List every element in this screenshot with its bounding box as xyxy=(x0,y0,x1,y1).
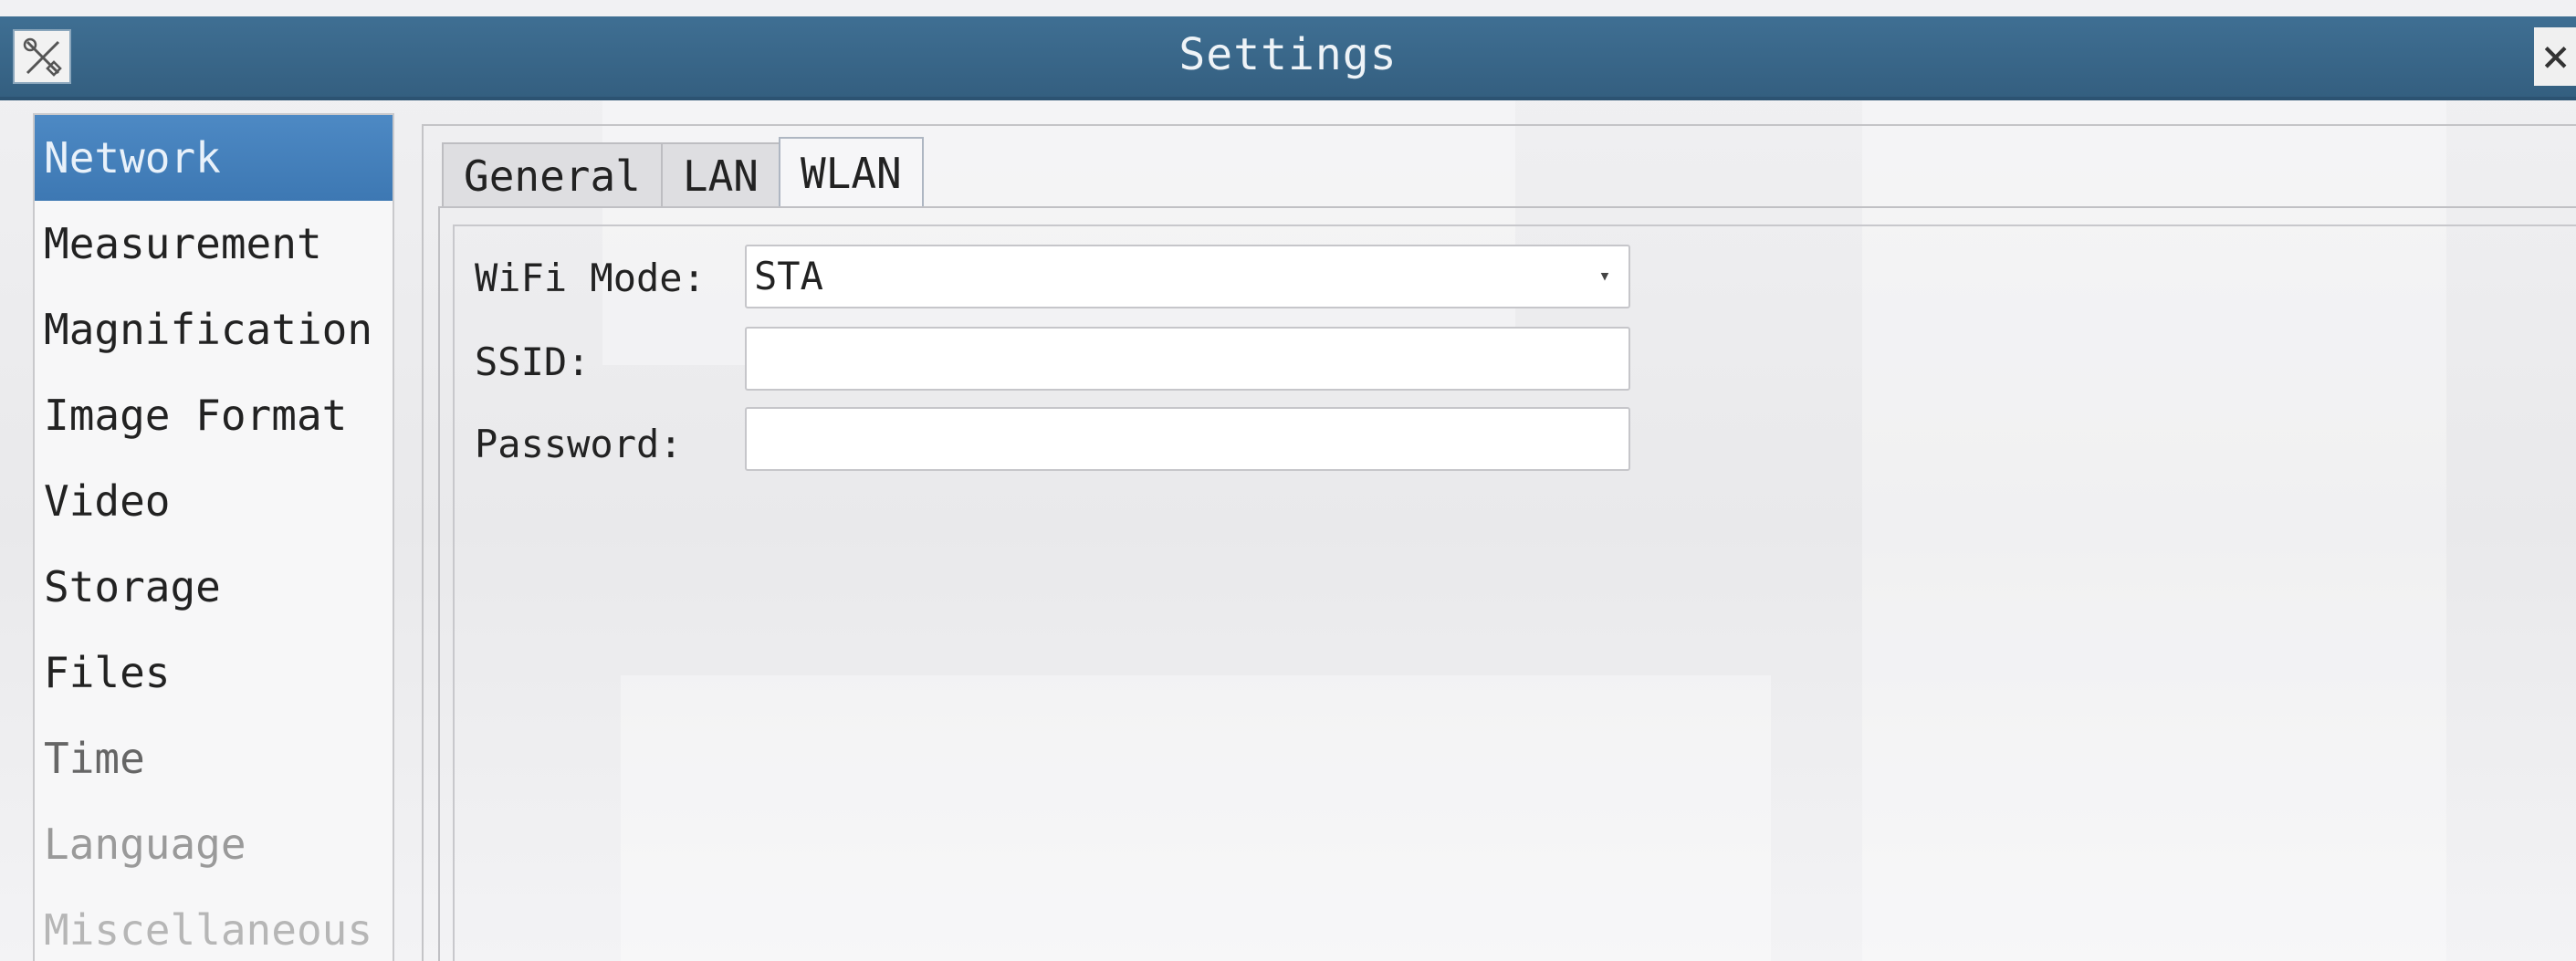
category-item-measurement[interactable]: Measurement xyxy=(35,201,393,287)
network-tabs: General LAN WLAN xyxy=(442,137,924,208)
wifi-mode-label: WiFi Mode: xyxy=(475,256,706,300)
wifi-mode-select[interactable]: STA ▾ xyxy=(745,245,1630,308)
category-item-miscellaneous[interactable]: Miscellaneous xyxy=(35,887,393,961)
window-title: Settings xyxy=(1178,29,1398,80)
tab-lan[interactable]: LAN xyxy=(660,142,780,206)
category-item-network[interactable]: Network xyxy=(35,115,393,201)
ssid-label: SSID: xyxy=(475,339,591,384)
ssid-field[interactable] xyxy=(745,327,1630,391)
category-item-storage[interactable]: Storage xyxy=(35,544,393,630)
tab-general[interactable]: General xyxy=(442,142,663,206)
password-label: Password: xyxy=(475,422,683,466)
chevron-down-icon[interactable]: ▾ xyxy=(1594,246,1616,307)
settings-category-list: Network Measurement Magnification Image … xyxy=(33,113,394,961)
category-item-image-format[interactable]: Image Format xyxy=(35,372,393,458)
category-item-time[interactable]: Time xyxy=(35,716,393,801)
category-item-files[interactable]: Files xyxy=(35,630,393,716)
tab-wlan[interactable]: WLAN xyxy=(778,137,924,206)
password-field[interactable] xyxy=(745,407,1630,471)
close-icon[interactable]: × xyxy=(2534,27,2576,86)
category-item-video[interactable]: Video xyxy=(35,458,393,544)
settings-window: Settings × Network Measurement Magnifica… xyxy=(0,0,2576,961)
category-item-magnification[interactable]: Magnification xyxy=(35,287,393,372)
title-bar: Settings × xyxy=(0,16,2576,100)
wifi-mode-value: STA xyxy=(754,254,823,298)
category-item-language[interactable]: Language xyxy=(35,801,393,887)
